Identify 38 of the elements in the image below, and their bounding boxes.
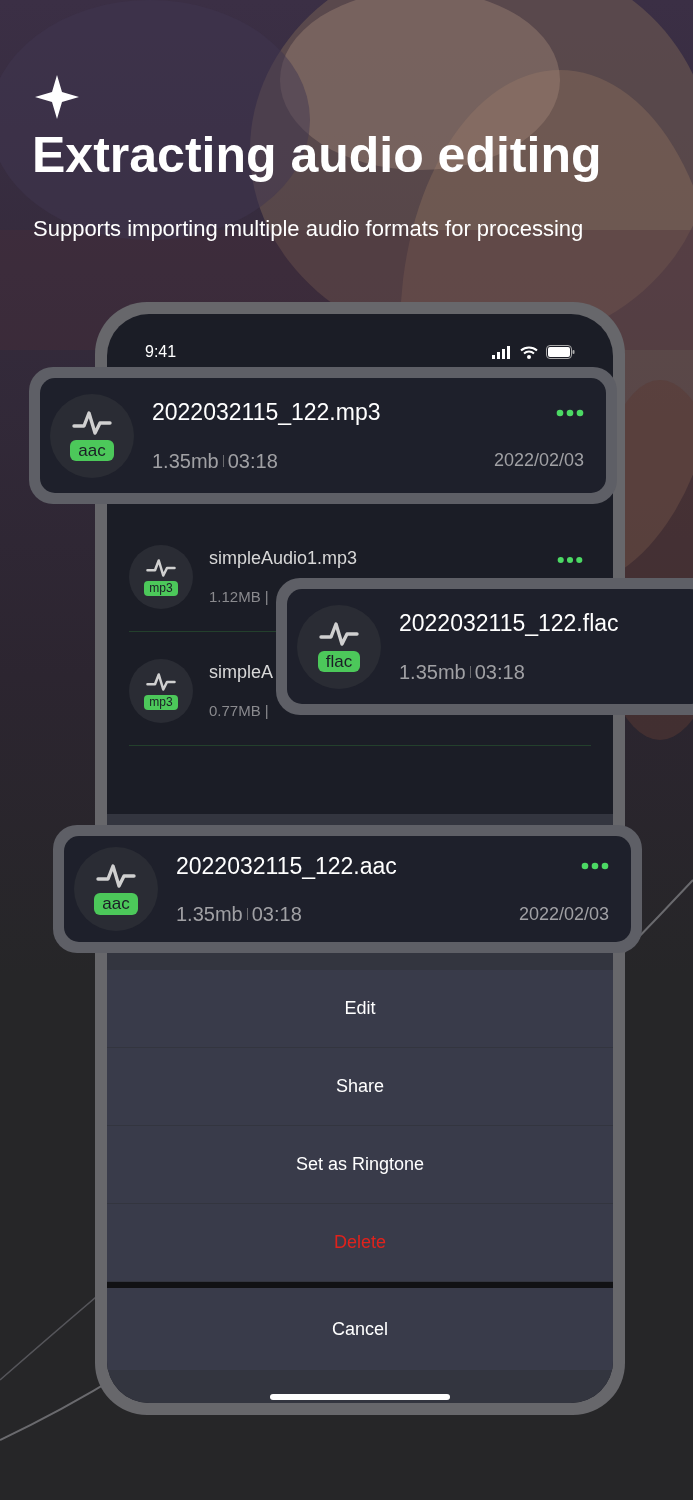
waveform-icon: [146, 671, 176, 692]
file-card[interactable]: aac 2022032115_122.mp3 1.35mb 03:18 2022/02/03: [40, 378, 606, 493]
file-duration: 03:18: [251, 902, 302, 928]
file-name: 2022032115_122.aac: [176, 851, 397, 881]
sheet-option[interactable]: Set as Ringtone: [107, 1126, 613, 1204]
waveform-icon: [72, 409, 112, 436]
sheet-option[interactable]: Share: [107, 1048, 613, 1126]
waveform-icon: [319, 620, 359, 647]
battery-icon: [546, 345, 575, 359]
file-duration: 03:18: [227, 448, 278, 474]
file-card[interactable]: aac 2022032115_122.aac 1.35mb 03:18 2022/02/03: [64, 836, 631, 942]
format-badge: mp3: [144, 694, 178, 710]
file-date: 2022/02/03: [518, 902, 609, 926]
file-duration: 03:18: [474, 659, 525, 685]
format-badge: aac: [70, 439, 114, 462]
signal-icon: [492, 345, 512, 359]
file-name: 2022032115_122.flac: [399, 609, 619, 639]
file-card[interactable]: flac 2022032115_122.flac 1.35mb 03:18: [287, 589, 693, 704]
file-meta: 0.77MB |: [209, 700, 269, 721]
file-meta: 1.12MB |: [209, 586, 269, 607]
format-badge: flac: [317, 650, 361, 673]
file-name: simpleA: [209, 660, 274, 684]
status-time: 9:41: [145, 342, 177, 362]
subtitle: Supports importing multiple audio formats for processing: [33, 215, 584, 243]
file-size: 1.35mb: [399, 659, 466, 685]
file-name: 2022032115_122.mp3: [152, 398, 381, 428]
waveform-icon: [96, 863, 136, 890]
file-size: 1.35mb: [176, 902, 243, 928]
sheet-option[interactable]: Edit: [107, 970, 613, 1048]
format-badge: aac: [94, 893, 138, 915]
file-name: simpleAudio1.mp3: [209, 546, 358, 570]
file-date: 2022/02/03: [493, 449, 584, 473]
headline: Extracting audio editing: [32, 126, 602, 185]
file-size: 1.35mb: [152, 448, 219, 474]
waveform-icon: [146, 557, 176, 578]
wifi-icon: [520, 345, 538, 359]
cancel-button[interactable]: Cancel: [107, 1288, 613, 1370]
format-badge: mp3: [144, 580, 178, 596]
